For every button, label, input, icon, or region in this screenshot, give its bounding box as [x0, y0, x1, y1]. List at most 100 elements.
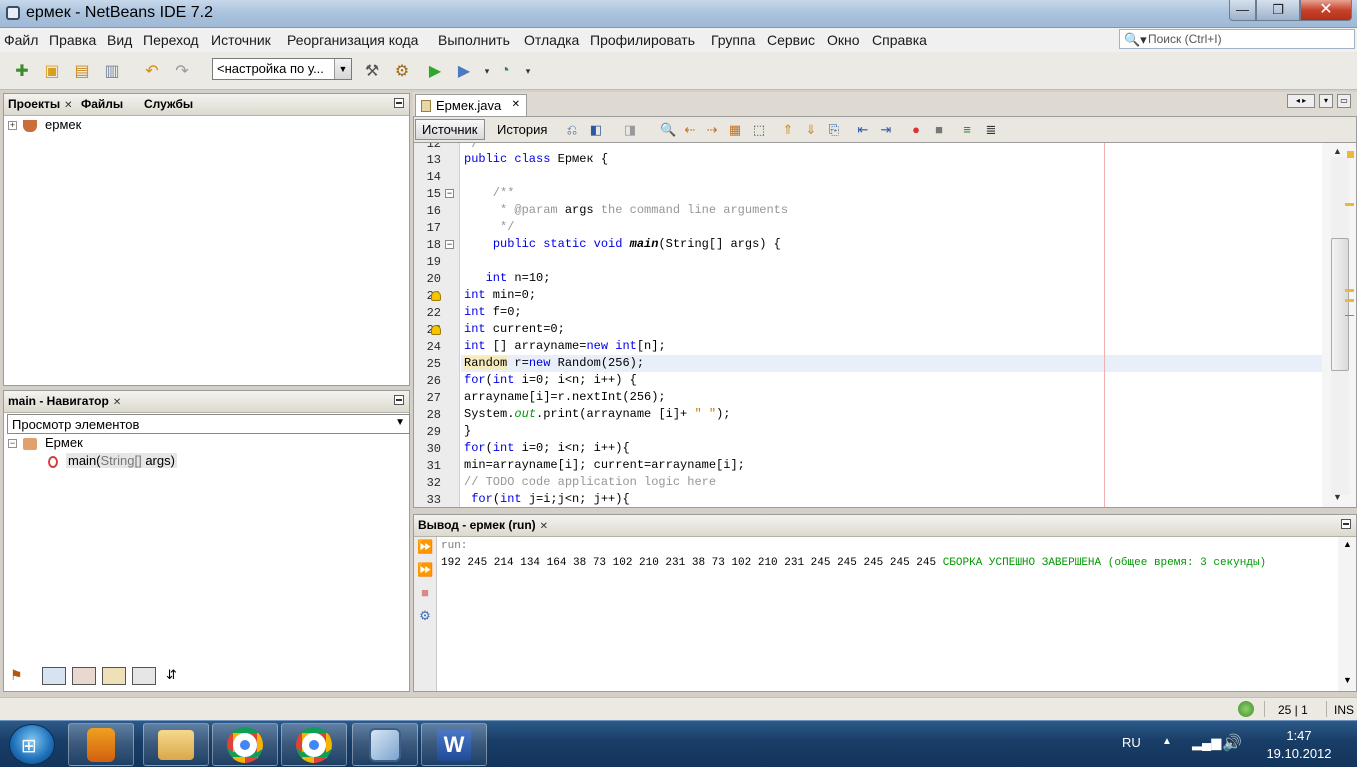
caret-position[interactable]: 25 | 1	[1278, 703, 1308, 717]
settings-icon[interactable]: ⚙	[417, 608, 433, 624]
menu-file[interactable]: Файл	[4, 32, 38, 48]
scroll-up-icon[interactable]: ▲	[1333, 146, 1342, 156]
maximize-button[interactable]: ❐	[1256, 0, 1300, 21]
hint-bulb-icon[interactable]	[431, 325, 441, 335]
editor-scrollbar[interactable]: ▲ ▼	[1322, 143, 1356, 507]
menu-source[interactable]: Источник	[211, 32, 271, 48]
stop-icon[interactable]: ■	[417, 585, 433, 601]
menu-edit[interactable]: Правка	[49, 32, 96, 48]
volume-icon[interactable]: 🔊	[1222, 733, 1242, 753]
menu-run[interactable]: Выполнить	[438, 32, 510, 48]
profile-icon[interactable]: ◔	[493, 59, 517, 83]
minimize-panel-icon[interactable]	[394, 395, 404, 405]
code-editor[interactable]: 12 13 14 15 16 17 18 19 20 21 22 23 24 2…	[413, 142, 1357, 508]
toggle-bookmark-icon[interactable]: ⎘	[826, 122, 842, 138]
run-icon[interactable]: ▶	[423, 59, 447, 83]
show-hidden-icons-icon[interactable]: ▲	[1162, 736, 1172, 747]
rerun-with-options-icon[interactable]: ⏩	[417, 562, 433, 578]
show-nonpublic-icon[interactable]	[102, 667, 126, 685]
minimize-panel-icon[interactable]	[1341, 519, 1351, 529]
notifications-icon[interactable]	[1238, 701, 1254, 717]
taskbar-chrome-1[interactable]	[212, 723, 278, 766]
output-scrollbar[interactable]: ▲ ▼	[1338, 537, 1356, 691]
scroll-up-icon[interactable]: ▲	[1343, 539, 1352, 549]
forward-icon[interactable]: ◨	[622, 122, 638, 138]
next-bookmark-icon[interactable]: ⇓	[803, 122, 819, 138]
network-icon[interactable]: ▂▄▆	[1192, 735, 1221, 751]
toggle-rect-select-icon[interactable]: ⬚	[751, 122, 767, 138]
uncomment-icon[interactable]: ≣	[983, 122, 999, 138]
search-input[interactable]	[1148, 31, 1348, 47]
previous-bookmark-icon[interactable]: ⇑	[780, 122, 796, 138]
error-stripe-marker[interactable]	[1347, 151, 1354, 158]
close-button[interactable]: ✕	[1300, 0, 1352, 21]
tab-files[interactable]: Файлы	[81, 97, 123, 111]
sort-by-name-icon[interactable]	[132, 667, 156, 685]
expand-icon[interactable]: +	[8, 121, 17, 131]
profile-dropdown-icon[interactable]: ▾	[516, 59, 540, 83]
start-button[interactable]: ⊞	[9, 724, 55, 765]
fold-icon[interactable]: −	[445, 240, 454, 249]
clean-build-icon[interactable]: ⚙	[390, 59, 414, 83]
open-project-icon[interactable]: ▤	[70, 59, 94, 83]
rerun-icon[interactable]: ⏩	[417, 539, 433, 555]
inherit-filter-icon[interactable]: ⚑	[10, 667, 23, 684]
new-file-icon[interactable]: ✚	[10, 59, 34, 83]
build-icon[interactable]: ⚒	[360, 59, 384, 83]
error-stripe-marker[interactable]	[1345, 203, 1354, 206]
debug-icon[interactable]: ▶	[452, 59, 476, 83]
show-static-icon[interactable]	[72, 667, 96, 685]
last-edit-icon[interactable]: ⎌	[564, 122, 580, 138]
scroll-down-icon[interactable]: ▼	[1343, 675, 1352, 685]
tab-ermek-java[interactable]: Ермек.java ✕	[415, 94, 527, 116]
error-stripe-marker[interactable]	[1345, 289, 1354, 292]
sort-by-source-icon[interactable]: ⇵	[166, 667, 177, 683]
hint-bulb-icon[interactable]	[431, 291, 441, 301]
taskbar-media-player[interactable]	[68, 723, 134, 766]
find-previous-icon[interactable]: ⇠	[682, 122, 698, 138]
clock[interactable]: 1:47 19.10.2012	[1255, 727, 1343, 763]
language-indicator[interactable]: RU	[1122, 735, 1141, 750]
tab-navigator[interactable]: main - Навигатор ✕	[8, 394, 121, 408]
project-node[interactable]: + ермек	[8, 117, 81, 132]
maximize-window-icon[interactable]: ▭	[1337, 94, 1351, 108]
taskbar-netbeans[interactable]	[352, 723, 418, 766]
taskbar-explorer[interactable]	[143, 723, 209, 766]
menu-team[interactable]: Группа	[711, 32, 755, 48]
start-macro-icon[interactable]: ●	[908, 122, 924, 138]
search-icon[interactable]: 🔍▾	[1124, 32, 1147, 48]
method-node[interactable]: main(String[] args)	[48, 453, 177, 468]
new-project-icon[interactable]: ▣	[40, 59, 64, 83]
shift-left-icon[interactable]: ⇤	[855, 122, 871, 138]
find-icon[interactable]: 🔍	[660, 122, 676, 138]
menu-help[interactable]: Справка	[872, 32, 927, 48]
menu-profile[interactable]: Профилировать	[590, 32, 695, 48]
redo-icon[interactable]: ↷	[170, 59, 194, 83]
fold-icon[interactable]: −	[445, 189, 454, 198]
stop-macro-icon[interactable]: ■	[931, 122, 947, 138]
taskbar-chrome-2[interactable]	[281, 723, 347, 766]
menu-window[interactable]: Окно	[827, 32, 860, 48]
taskbar-word[interactable]: W	[421, 723, 487, 766]
tab-services[interactable]: Службы	[144, 97, 193, 111]
comment-icon[interactable]: ≡	[959, 122, 975, 138]
minimize-button[interactable]: —	[1229, 0, 1256, 21]
scroll-thumb[interactable]	[1331, 238, 1349, 371]
shift-right-icon[interactable]: ⇥	[878, 122, 894, 138]
back-icon[interactable]: ◧	[588, 122, 604, 138]
show-fields-icon[interactable]	[42, 667, 66, 685]
scroll-down-icon[interactable]: ▼	[1333, 492, 1342, 502]
toggle-highlight-icon[interactable]: ▦	[727, 122, 743, 138]
menu-debug[interactable]: Отладка	[524, 32, 579, 48]
menu-tools[interactable]: Сервис	[767, 32, 815, 48]
configuration-select[interactable]: <настройка по у... ▼	[212, 58, 352, 80]
tab-history[interactable]: История	[490, 119, 554, 140]
tab-projects[interactable]: Проекты ✕	[8, 97, 72, 111]
scroll-tabs-icon[interactable]: ◂ ▸	[1287, 94, 1315, 108]
tab-source[interactable]: Источник	[415, 119, 485, 140]
tab-output[interactable]: Вывод - ермек (run) ✕	[418, 518, 548, 532]
menu-refactor[interactable]: Реорганизация кода	[287, 32, 418, 48]
collapse-icon[interactable]: −	[8, 439, 17, 449]
class-node[interactable]: − Ермек	[8, 435, 83, 450]
minimize-panel-icon[interactable]	[394, 98, 404, 108]
